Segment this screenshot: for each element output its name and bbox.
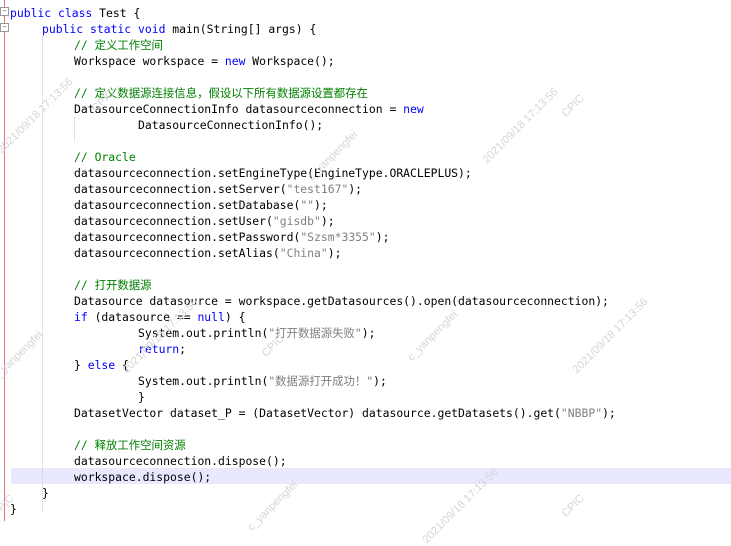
code-line[interactable] — [10, 261, 616, 277]
code-string: "" — [300, 198, 315, 212]
code-text: Workspace workspace = — [74, 54, 225, 68]
code-line[interactable]: datasourceconnection.setDatabase(""); — [10, 197, 616, 213]
code-line[interactable]: datasourceconnection.setAlias("China"); — [10, 245, 616, 261]
fold-toggle-icon[interactable] — [0, 7, 9, 16]
code-line[interactable]: Workspace workspace = new Workspace(); — [10, 53, 616, 69]
code-line[interactable]: return; — [10, 341, 616, 357]
code-string: "gisdb" — [272, 214, 321, 228]
code-text: datasourceconnection.dispose(); — [74, 454, 287, 468]
code-text: ); — [373, 374, 387, 388]
code-text: workspace.dispose(); — [74, 470, 212, 484]
code-text: datasourceconnection.setPassword( — [74, 230, 301, 244]
code-keyword: public static void — [42, 22, 166, 36]
code-text: ); — [602, 406, 616, 420]
code-line[interactable]: public static void main(String[] args) { — [10, 21, 616, 37]
code-line[interactable]: datasourceconnection.setEngineType(Engin… — [10, 165, 616, 181]
code-line[interactable]: // 打开数据源 — [10, 277, 616, 293]
code-line[interactable]: datasourceconnection.dispose(); — [10, 453, 616, 469]
code-line[interactable]: datasourceconnection.setServer("test167"… — [10, 181, 616, 197]
code-text: ); — [314, 198, 328, 212]
code-text: Workspace(); — [245, 54, 335, 68]
code-area[interactable]: public class Test {public static void ma… — [10, 5, 616, 517]
code-line[interactable]: } else { — [10, 357, 616, 373]
code-string: "Szsm*3355" — [300, 230, 376, 244]
code-string: "test167" — [286, 182, 349, 196]
code-text: ); — [361, 326, 376, 340]
code-comment: // 打开数据源 — [74, 278, 152, 292]
code-text: System.out.println( — [138, 326, 269, 340]
code-editor[interactable]: public class Test {public static void ma… — [0, 0, 731, 546]
code-keyword: new — [224, 54, 246, 68]
code-text: datasourceconnection.setUser( — [74, 214, 273, 228]
code-text: datasourceconnection.setAlias( — [74, 246, 280, 260]
code-text: Test { — [92, 6, 141, 20]
code-comment: // 定义数据源连接信息，假设以下所有数据源设置都存在 — [74, 86, 368, 100]
code-text: } — [42, 486, 49, 500]
code-keyword: if — [74, 310, 88, 324]
code-string: "China" — [279, 246, 328, 260]
code-line[interactable]: workspace.dispose(); — [10, 469, 616, 485]
code-string: "数据源打开成功！" — [268, 374, 374, 388]
code-text: } — [74, 358, 88, 372]
code-line[interactable]: DatasourceConnectionInfo(); — [10, 117, 616, 133]
code-keyword: public class — [10, 6, 93, 20]
gutter-border — [4, 0, 5, 521]
code-text: } — [10, 502, 17, 516]
code-line[interactable]: DatasetVector dataset_P = (DatasetVector… — [10, 405, 616, 421]
code-comment: // 释放工作空间资源 — [74, 438, 186, 452]
code-line[interactable]: Datasource datasource = workspace.getDat… — [10, 293, 616, 309]
code-line[interactable]: DatasourceConnectionInfo datasourceconne… — [10, 101, 616, 117]
code-line[interactable] — [10, 69, 616, 85]
code-string: "NBBP" — [560, 406, 603, 420]
code-keyword: return — [138, 342, 180, 356]
code-text: ); — [375, 230, 390, 244]
code-line[interactable]: datasourceconnection.setUser("gisdb"); — [10, 213, 616, 229]
code-line[interactable]: if (datasource == null) { — [10, 309, 616, 325]
code-text: ); — [320, 214, 335, 228]
code-keyword: new — [403, 102, 424, 116]
code-line[interactable]: } — [10, 501, 616, 517]
code-line[interactable]: // 定义工作空间 — [10, 37, 616, 53]
code-comment: // Oracle — [74, 150, 136, 164]
code-keyword: else — [87, 358, 116, 372]
code-line[interactable]: datasourceconnection.setPassword("Szsm*3… — [10, 229, 616, 245]
code-text: datasourceconnection.setDatabase( — [74, 198, 301, 212]
code-text: { — [115, 358, 129, 372]
code-text: DatasetVector dataset_P = (DatasetVector… — [74, 406, 561, 420]
code-line[interactable]: // Oracle — [10, 149, 616, 165]
code-line[interactable]: public class Test { — [10, 5, 616, 21]
code-line[interactable] — [10, 421, 616, 437]
code-text: DatasourceConnectionInfo datasourceconne… — [74, 102, 404, 116]
code-line[interactable]: // 释放工作空间资源 — [10, 437, 616, 453]
code-line[interactable]: // 定义数据源连接信息，假设以下所有数据源设置都存在 — [10, 85, 616, 101]
code-text: ); — [327, 246, 342, 260]
code-text: ); — [348, 182, 363, 196]
code-line[interactable]: } — [10, 389, 616, 405]
code-text: ; — [179, 342, 187, 356]
code-text: datasourceconnection.setEngineType(Engin… — [74, 166, 472, 180]
code-text: System.out.println( — [138, 374, 269, 388]
code-text: ) { — [224, 310, 246, 324]
fold-toggle-icon[interactable] — [0, 23, 9, 32]
code-line[interactable] — [10, 133, 616, 149]
code-comment: // 定义工作空间 — [74, 38, 163, 52]
code-text: datasourceconnection.setServer( — [74, 182, 287, 196]
code-text: Datasource datasource = workspace.getDat… — [74, 294, 609, 308]
code-line[interactable]: } — [10, 485, 616, 501]
code-text: } — [138, 390, 145, 404]
code-line[interactable]: System.out.println("数据源打开成功！"); — [10, 373, 616, 389]
code-string: "打开数据源失败" — [268, 326, 362, 340]
code-line[interactable]: System.out.println("打开数据源失败"); — [10, 325, 616, 341]
code-keyword: null — [197, 310, 225, 324]
code-text: DatasourceConnectionInfo(); — [138, 118, 324, 132]
code-text: main(String[] args) { — [165, 22, 317, 36]
code-text: (datasource == — [87, 310, 198, 324]
